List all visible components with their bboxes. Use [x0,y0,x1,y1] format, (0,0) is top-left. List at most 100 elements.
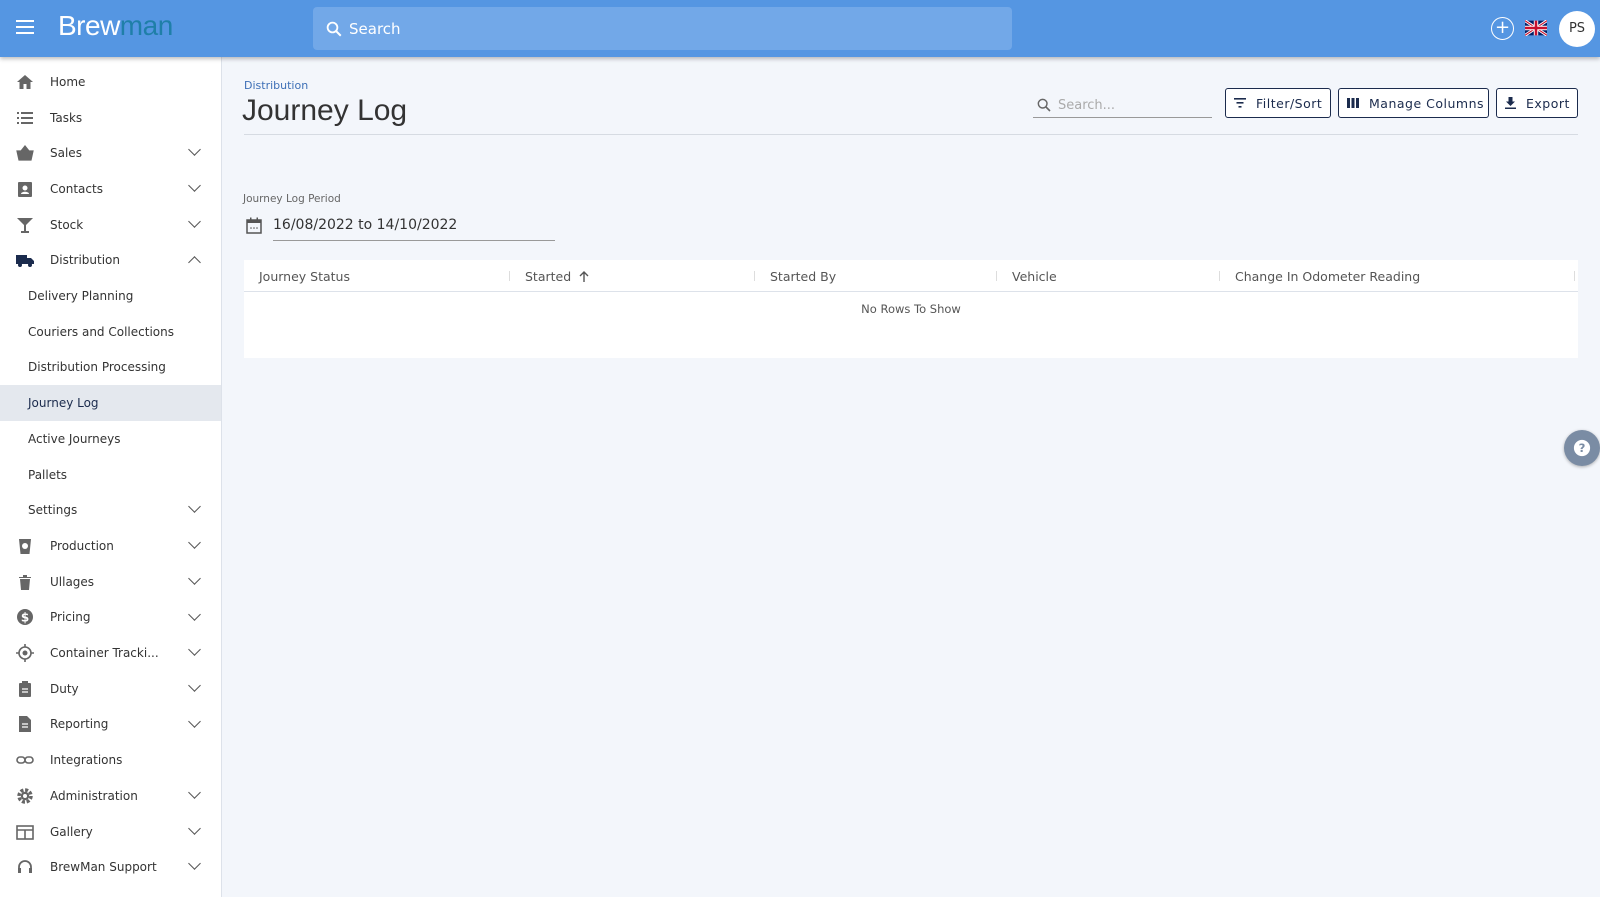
sort-ascending-icon [579,271,589,282]
chevron-down-icon[interactable] [188,714,201,728]
sidebar-item-label: Couriers and Collections [28,324,174,339]
column-resize-handle[interactable] [509,271,510,281]
filter-sort-button[interactable]: Filter/Sort [1225,88,1331,118]
sidebar-item-pricing[interactable]: $ Pricing [0,600,221,636]
column-resize-handle[interactable] [1219,271,1220,281]
column-header-vehicle[interactable]: Vehicle [1012,269,1057,284]
sidebar-item-stock[interactable]: Stock [0,207,221,243]
sidebar-item-label: Home [50,74,86,89]
trash-icon [16,573,34,591]
period-date-range-input[interactable]: 16/08/2022 to 14/10/2022 [273,213,555,241]
sidebar-item-settings[interactable]: Settings [0,492,221,528]
column-label: Change In Odometer Reading [1235,269,1421,284]
global-search-input[interactable]: Search [313,7,1012,50]
chevron-down-icon[interactable] [188,643,201,657]
chevron-down-icon[interactable] [188,571,201,585]
sidebar-item-administration[interactable]: Administration [0,778,221,814]
gallery-icon [16,823,34,841]
sidebar-item-container-tracki[interactable]: Container Tracki... [0,635,221,671]
sidebar-item-distribution[interactable]: Distribution [0,243,221,279]
sidebar-item-delivery-planning[interactable]: Delivery Planning [0,278,221,314]
sidebar-item-tasks[interactable]: Tasks [0,100,221,136]
sidebar-item-label: Contacts [50,181,103,196]
sidebar-item-label: Duty [50,681,79,696]
contacts-icon [16,180,34,198]
breadcrumb[interactable]: Distribution [244,79,308,92]
chevron-down-icon[interactable] [188,214,201,228]
sidebar-item-production[interactable]: Production [0,528,221,564]
add-icon[interactable]: + [1491,17,1514,40]
divider [244,134,1578,135]
sidebar-item-label: Distribution Processing [28,360,166,375]
uk-flag-icon[interactable] [1525,20,1547,36]
document-icon [16,715,34,733]
column-header-started[interactable]: Started [525,269,589,284]
period-label: Journey Log Period [243,193,341,205]
download-icon [1505,97,1516,109]
logo[interactable]: Brewman [58,10,173,42]
column-header-odometer-change[interactable]: Change In Odometer Reading [1235,269,1420,284]
search-icon [326,21,342,36]
column-resize-handle[interactable] [1574,271,1575,281]
chevron-down-icon[interactable] [188,821,201,835]
chevron-down-icon[interactable] [188,786,201,799]
help-button[interactable]: ? [1564,430,1600,466]
sidebar-item-label: BrewMan Support [50,860,157,875]
chevron-down-icon[interactable] [188,679,201,692]
clipboard-icon [16,680,34,698]
top-bar: Brewman Search + PS [0,0,1600,57]
sidebar-item-label: Reporting [50,717,109,732]
chevron-down-icon[interactable] [188,143,201,157]
sidebar-item-label: Pallets [28,467,68,482]
sidebar-item-label: Sales [50,146,82,161]
production-icon [16,537,34,555]
column-label: Started By [770,269,837,284]
sidebar-item-gallery[interactable]: Gallery [0,814,221,850]
sidebar-item-label: Delivery Planning [28,289,134,304]
search-icon [1037,98,1051,112]
sidebar-item-home[interactable]: Home [0,64,221,100]
sidebar-item-integrations[interactable]: Integrations [0,742,221,778]
chevron-down-icon[interactable] [188,500,201,514]
search-placeholder: Search... [1058,97,1116,113]
button-label: Filter/Sort [1256,95,1323,111]
chevron-down-icon[interactable] [188,536,201,549]
target-icon [16,644,34,663]
chevron-up-icon[interactable] [188,255,201,269]
sidebar-item-duty[interactable]: Duty [0,671,221,707]
dollar-icon: $ [16,608,34,626]
table-header: Journey Status Started Started By Vehicl… [244,260,1578,292]
logo-text-accent: man [119,10,173,41]
column-resize-handle[interactable] [996,271,997,281]
column-resize-handle[interactable] [754,271,755,281]
sidebar-item-reporting[interactable]: Reporting [0,707,221,743]
manage-columns-button[interactable]: Manage Columns [1338,88,1489,118]
help-icon: ? [1573,439,1591,457]
empty-state: No Rows To Show [861,302,961,316]
sidebar-item-journey-log[interactable]: Journey Log [0,385,221,421]
menu-icon[interactable] [16,20,34,34]
sidebar-item-contacts[interactable]: Contacts [0,171,221,207]
sidebar-item-active-journeys[interactable]: Active Journeys [0,421,221,457]
sidebar-item-pallets[interactable]: Pallets [0,457,221,493]
chevron-down-icon[interactable] [188,179,201,192]
calendar-icon[interactable] [246,217,262,234]
chevron-down-icon[interactable] [188,607,201,621]
sidebar-item-label: Ullages [50,574,95,589]
sidebar-item-label: Tasks [50,110,83,125]
sidebar-item-distribution-processing[interactable]: Distribution Processing [0,350,221,386]
sidebar-item-sales[interactable]: Sales [0,135,221,171]
table-search-input[interactable]: Search... [1033,93,1212,118]
sidebar-item-ullages[interactable]: Ullages [0,564,221,600]
column-header-journey-status[interactable]: Journey Status [259,269,350,284]
sidebar-item-brewman-support[interactable]: BrewMan Support [0,849,221,885]
sidebar-item-couriers-and-collections[interactable]: Couriers and Collections [0,314,221,350]
list-icon [16,109,34,127]
gear-icon [16,787,34,805]
column-header-started-by[interactable]: Started By [770,269,836,284]
avatar[interactable]: PS [1559,11,1595,47]
sidebar-item-label: Administration [50,788,138,803]
chevron-down-icon[interactable] [188,857,201,871]
export-button[interactable]: Export [1496,88,1578,118]
column-label: Started [525,269,572,284]
